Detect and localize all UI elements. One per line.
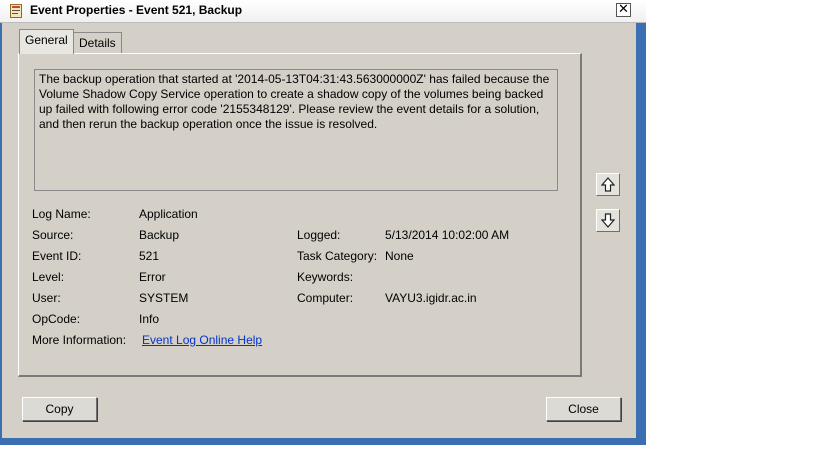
event-viewer-icon	[10, 4, 22, 18]
logged-label: Logged:	[297, 228, 341, 242]
event-description[interactable]: The backup operation that started at '20…	[34, 69, 558, 191]
log-name-value[interactable]: Application	[139, 207, 198, 221]
event-id-label: Event ID:	[32, 249, 82, 263]
level-value[interactable]: Error	[139, 270, 166, 284]
event-log-help-link[interactable]: Event Log Online Help	[142, 333, 262, 347]
event-properties-window: Event Properties - Event 521, Backup ✕ G…	[0, 0, 646, 445]
opcode-label: OpCode:	[32, 312, 81, 326]
previous-event-button[interactable]	[596, 173, 620, 196]
task-category-value[interactable]: None	[385, 249, 414, 263]
dialog-client: General Details The backup operation tha…	[2, 23, 636, 438]
tab-details[interactable]: Details	[73, 32, 122, 54]
level-label: Level:	[32, 270, 65, 284]
opcode-value[interactable]: Info	[139, 312, 159, 326]
log-name-label: Log Name:	[32, 207, 91, 221]
next-event-button[interactable]	[596, 209, 620, 232]
close-icon[interactable]: ✕	[616, 3, 631, 17]
logged-value[interactable]: 5/13/2014 10:02:00 AM	[385, 228, 509, 242]
general-panel: The backup operation that started at '20…	[18, 53, 582, 377]
source-value[interactable]: Backup	[139, 228, 179, 242]
source-label: Source:	[32, 228, 74, 242]
user-value[interactable]: SYSTEM	[139, 291, 188, 305]
tab-general[interactable]: General	[19, 29, 74, 54]
user-label: User:	[32, 291, 61, 305]
window-title: Event Properties - Event 521, Backup	[30, 3, 243, 17]
event-id-value[interactable]: 521	[139, 249, 159, 263]
title-bar[interactable]: Event Properties - Event 521, Backup ✕	[0, 0, 646, 23]
keywords-label: Keywords:	[297, 270, 354, 284]
task-category-label: Task Category:	[297, 249, 378, 263]
close-button[interactable]: Close	[546, 397, 621, 421]
copy-button[interactable]: Copy	[22, 397, 97, 421]
computer-value[interactable]: VAYU3.igidr.ac.in	[385, 291, 477, 305]
computer-label: Computer:	[297, 291, 354, 305]
more-information-label: More Information:	[32, 333, 127, 347]
